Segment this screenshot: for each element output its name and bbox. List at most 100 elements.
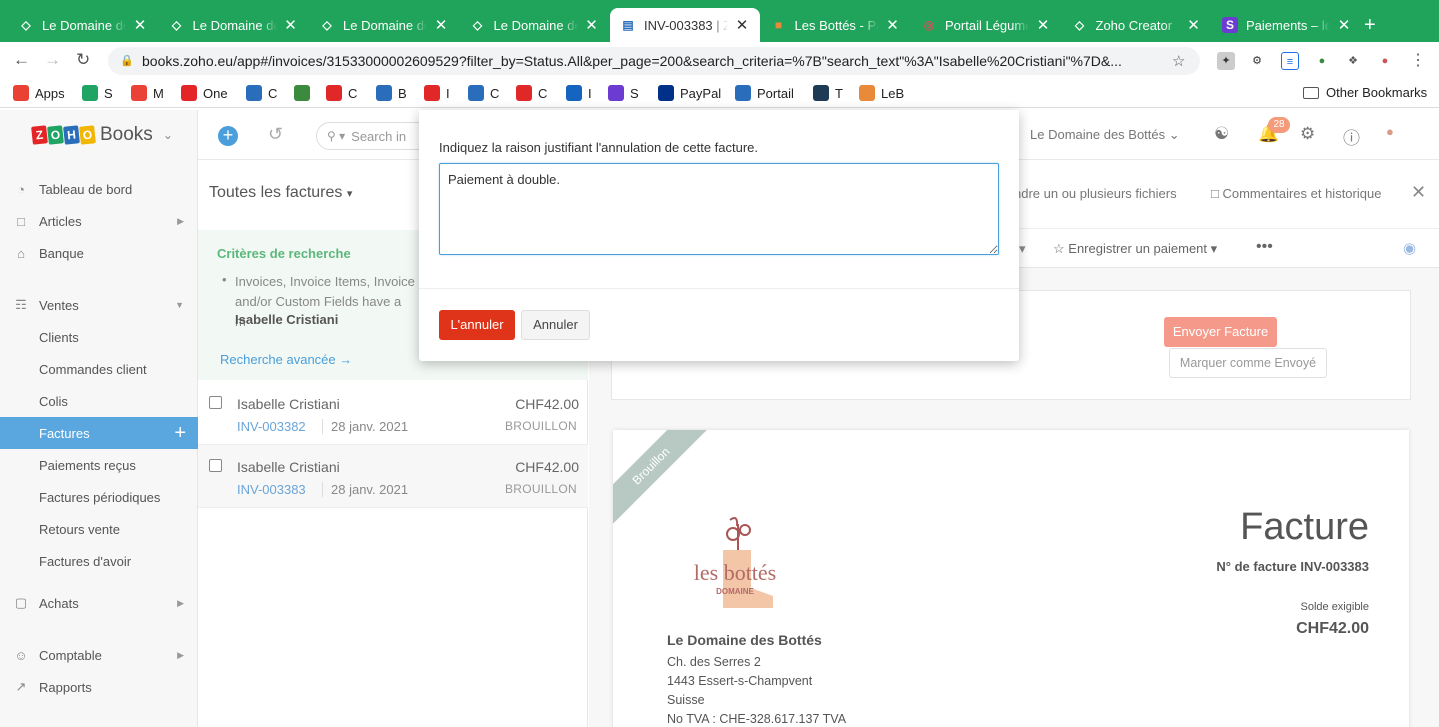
close-tab-icon[interactable]: ✕ (1035, 16, 1051, 34)
comments-history-link[interactable]: □ Commentaires et historique (1211, 186, 1381, 201)
invoice-row[interactable]: Isabelle Cristiani INV-003382 28 janv. 202… (198, 382, 588, 445)
other-bookmarks[interactable]: Other Bookmarks (1303, 85, 1427, 100)
sidebar-item[interactable]: ☺ Comptable ▶ (0, 639, 198, 671)
sidebar-item[interactable]: ▢ Achats ▶ (0, 587, 198, 619)
reload-icon[interactable]: ↻ (76, 50, 90, 70)
browser-tab[interactable]: ◇ Le Domaine des Bottés ✕ (309, 8, 459, 42)
sidebar-item[interactable]: Retours vente (0, 513, 198, 545)
sidebar-item[interactable]: Factures d'avoir (0, 545, 198, 577)
notification-badge: 28 (1268, 117, 1290, 133)
close-tab-icon[interactable]: ✕ (1186, 16, 1202, 34)
browser-tab[interactable]: ▤ INV-003383 | Zoho Books ✕ (610, 8, 760, 42)
close-tab-icon[interactable]: ✕ (283, 16, 299, 34)
extension-icon[interactable]: ⚙ (1248, 52, 1266, 70)
bookmark-item[interactable]: LeB (859, 85, 904, 101)
sidebar-item[interactable]: Commandes client (0, 353, 198, 385)
chevron-down-icon[interactable]: ⌄ (163, 128, 173, 142)
bookmark-item[interactable]: C (468, 85, 499, 101)
bookmark-item[interactable]: I (566, 85, 592, 101)
bookmark-item[interactable]: One (181, 85, 228, 101)
sidebar-item[interactable]: Factures périodiques (0, 481, 198, 513)
bookmark-item[interactable]: I (424, 85, 450, 101)
browser-tab[interactable]: ◇ Le Domaine des Bottés ✕ (159, 8, 309, 42)
sidebar-item[interactable]: □ Articles ▶ (0, 205, 198, 237)
confirm-void-button[interactable]: L'annuler (439, 310, 515, 340)
sidebar-item-label: Factures d'avoir (39, 553, 132, 569)
browser-tab[interactable]: S Paiements – les Bottés ✕ (1212, 8, 1362, 42)
help-icon[interactable]: ⓘ (1343, 124, 1360, 149)
users-icon[interactable]: ☯ (1214, 124, 1229, 144)
record-payment-menu[interactable]: ☆ Enregistrer un paiement ▾ (1053, 241, 1217, 257)
sidebar-item[interactable]: ↗ Rapports (0, 671, 198, 703)
quick-create-button[interactable]: + (218, 126, 238, 146)
invoice-number[interactable]: INV-003382 (237, 419, 306, 434)
bookmark-item[interactable]: S (608, 85, 639, 101)
cancel-button[interactable]: Annuler (521, 310, 590, 340)
bookmark-star-icon[interactable]: ☆ (1172, 52, 1192, 70)
sidebar-item[interactable]: Factures + (0, 417, 198, 449)
sidebar-item[interactable]: Paiements reçus (0, 449, 198, 481)
bookmark-item[interactable]: C (246, 85, 277, 101)
user-avatar[interactable]: ● (1386, 124, 1394, 139)
address-bar[interactable]: 🔒 books.zoho.eu/app#/invoices/3153300000… (108, 47, 1200, 75)
browser-tab[interactable]: ◎ Portail Légumes ✕ (911, 8, 1061, 42)
extension-icon[interactable]: ✦ (1217, 52, 1235, 70)
bookmark-item[interactable]: S (82, 85, 113, 101)
forward-icon[interactable]: → (44, 50, 61, 70)
sidebar-item[interactable]: ☶ Ventes ▼ (0, 289, 198, 321)
bookmark-item[interactable]: PayPal (658, 85, 721, 101)
new-tab-button[interactable]: + (1364, 14, 1376, 37)
bookmark-item[interactable]: B (376, 85, 407, 101)
close-icon[interactable]: ✕ (1411, 182, 1426, 203)
eye-icon[interactable]: ◉ (1403, 239, 1416, 257)
advanced-search-link[interactable]: Recherche avancée → (220, 352, 352, 367)
add-invoice-icon[interactable]: + (174, 422, 186, 445)
history-icon[interactable]: ↺ (268, 124, 283, 145)
browser-tab[interactable]: ◇ Zoho Creator ✕ (1062, 8, 1212, 42)
close-tab-icon[interactable]: ✕ (584, 16, 600, 34)
bookmark-item[interactable]: Portail (735, 85, 794, 101)
sidebar-item[interactable]: Colis (0, 385, 198, 417)
menu-kebab-icon[interactable]: ⋮ (1409, 52, 1427, 70)
close-tab-icon[interactable]: ✕ (132, 16, 148, 34)
list-view-selector[interactable]: Toutes les factures ▾ (209, 184, 352, 202)
organization-switcher[interactable]: Le Domaine des Bottés ⌄ (1030, 127, 1180, 143)
sidebar-item-label: Commandes client (39, 361, 147, 377)
extension-icon[interactable]: ≡ (1281, 52, 1299, 70)
invoice-number[interactable]: INV-003383 (237, 482, 306, 497)
back-icon[interactable]: ← (13, 50, 30, 70)
bookmark-item[interactable]: C (326, 85, 357, 101)
bookmark-item[interactable]: M (131, 85, 164, 101)
extension-icon[interactable]: ● (1313, 52, 1331, 70)
send-invoice-button[interactable]: Envoyer Facture (1164, 317, 1277, 347)
puzzle-icon[interactable]: ❖ (1344, 52, 1362, 70)
bookmark-item[interactable] (294, 85, 316, 101)
chevron-down-icon[interactable]: ▾ (1019, 241, 1026, 257)
search-input[interactable]: ⚲ ▾ Search in (316, 122, 436, 150)
browser-tab[interactable]: ◇ Le Domaine des Bottés ✕ (8, 8, 158, 42)
sidebar-item[interactable]: ◔ Tableau de bord (0, 173, 198, 205)
profile-avatar[interactable]: ● (1376, 52, 1394, 70)
close-tab-icon[interactable]: ✕ (734, 16, 750, 34)
zoho-books-logo[interactable]: Z O H O Books ⌄ (31, 124, 173, 146)
row-checkbox[interactable] (209, 396, 222, 409)
void-reason-textarea[interactable] (439, 163, 999, 255)
browser-tab[interactable]: ◇ Le Domaine des Bottés ✕ (460, 8, 610, 42)
bookmark-item[interactable]: T (813, 85, 843, 101)
bookmark-item[interactable]: C (516, 85, 547, 101)
close-tab-icon[interactable]: ✕ (433, 16, 449, 34)
more-options-icon[interactable]: ••• (1256, 238, 1273, 256)
url-text[interactable]: books.zoho.eu/app#/invoices/315330000026… (142, 53, 1172, 69)
attach-files-link[interactable]: ndre un ou plusieurs fichiers (1014, 186, 1177, 201)
sidebar-item[interactable]: ⌂ Banque (0, 237, 198, 269)
settings-gear-icon[interactable]: ⚙ (1300, 124, 1315, 144)
sidebar-item[interactable]: Clients (0, 321, 198, 353)
row-checkbox[interactable] (209, 459, 222, 472)
invoice-row[interactable]: Isabelle Cristiani INV-003383 28 janv. 202… (198, 445, 588, 508)
tab-title: Paiements – les Bottés (1246, 17, 1330, 33)
bookmark-item[interactable]: Apps (13, 85, 65, 101)
close-tab-icon[interactable]: ✕ (1336, 16, 1352, 34)
close-tab-icon[interactable]: ✕ (885, 16, 901, 34)
browser-tab[interactable]: ■ Les Bottés - Paniers ✕ (761, 8, 911, 42)
mark-as-sent-button[interactable]: Marquer comme Envoyé (1169, 348, 1327, 378)
